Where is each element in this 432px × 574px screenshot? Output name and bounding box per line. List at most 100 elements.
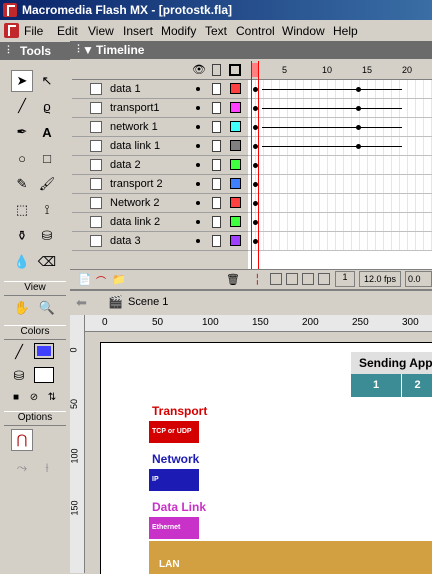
lock-icon[interactable] [212,235,221,247]
no-color-button[interactable]: ⊘ [26,389,42,405]
subselect-tool[interactable]: ↖ [36,70,58,92]
frame-row[interactable] [248,99,432,118]
rectangle-tool[interactable]: □ [36,147,58,169]
layer-color-swatch[interactable] [230,83,241,94]
visibility-dot[interactable] [196,87,200,91]
layer-row[interactable]: transport 2 [72,175,248,194]
fill-color-tool[interactable]: ⛁ [8,365,30,387]
brush-tool[interactable]: 🖌 [36,173,58,195]
keyframe[interactable] [356,87,361,92]
layer-row[interactable]: data 2 [72,156,248,175]
layer-row[interactable]: data link 1 [72,137,248,156]
layer-color-swatch[interactable] [230,102,241,113]
lock-icon[interactable] [212,140,221,152]
visibility-dot[interactable] [196,106,200,110]
visibility-dot[interactable] [196,201,200,205]
frame-row[interactable] [248,194,432,213]
lock-icon[interactable] [212,64,221,76]
menu-text[interactable]: Text [205,24,227,38]
lock-icon[interactable] [212,102,221,114]
menu-file[interactable]: File [24,24,43,38]
layer-color-swatch[interactable] [230,178,241,189]
document-icon[interactable] [4,23,19,38]
paint-bucket-tool[interactable]: ⛁ [36,225,58,247]
stroke-color-swatch[interactable] [34,367,54,383]
visibility-dot[interactable] [196,144,200,148]
fill-color-swatch[interactable] [34,343,54,359]
menu-edit[interactable]: Edit [57,24,78,38]
frame-row[interactable] [248,213,432,232]
ink-bottle-tool[interactable]: ⚱ [11,225,33,247]
pencil-tool[interactable]: ✎ [11,173,33,195]
visibility-dot[interactable] [196,182,200,186]
layer-color-swatch[interactable] [230,216,241,227]
hand-tool[interactable]: ✋ [11,297,33,319]
layer-row[interactable]: data 1 [72,80,248,99]
layer-color-swatch[interactable] [230,140,241,151]
onion-skin-icon[interactable] [270,273,282,285]
eyedropper-tool[interactable]: 💧 [11,251,33,273]
frame-row[interactable] [248,232,432,251]
visibility-dot[interactable] [196,220,200,224]
layer-row[interactable]: transport1 [72,99,248,118]
oval-tool[interactable]: ○ [11,147,33,169]
keyframe[interactable] [356,125,361,130]
default-colors-button[interactable]: ■ [8,389,24,405]
lasso-tool[interactable]: ϱ [36,95,58,117]
edit-multiple-frames-icon[interactable] [302,273,314,285]
layer-row[interactable]: network 1 [72,118,248,137]
layer-row[interactable]: Network 2 [72,194,248,213]
outline-icon[interactable] [229,64,241,76]
frame-row[interactable] [248,175,432,194]
center-frame-icon[interactable]: ╎ [254,273,261,286]
menu-window[interactable]: Window [282,24,325,38]
layer-row[interactable]: data link 2 [72,213,248,232]
frame-ruler[interactable]: 1 5 10 15 20 [248,61,432,80]
pen-tool[interactable]: ✒ [11,121,33,143]
text-tool[interactable]: A [36,121,58,143]
keyframe[interactable] [356,106,361,111]
lock-icon[interactable] [212,121,221,133]
menu-help[interactable]: Help [333,24,358,38]
visibility-dot[interactable] [196,163,200,167]
scene-name[interactable]: Scene 1 [128,296,168,308]
eraser-tool[interactable]: ⌫ [36,251,58,273]
tools-header[interactable]: ⋮ Tools [0,42,70,60]
insert-layer-icon[interactable]: 📄 [78,273,92,286]
layer-color-swatch[interactable] [230,121,241,132]
lock-icon[interactable] [212,159,221,171]
insert-folder-icon[interactable]: 📁 [112,273,126,286]
layer-color-swatch[interactable] [230,235,241,246]
collapse-icon[interactable]: ▼ [82,43,94,57]
lock-icon[interactable] [212,83,221,95]
frame-row[interactable] [248,137,432,156]
playhead[interactable] [251,61,259,271]
layer-row[interactable]: data 3 [72,232,248,251]
onion-outline-icon[interactable] [286,273,298,285]
layer-color-swatch[interactable] [230,197,241,208]
line-tool[interactable]: ╱ [11,95,33,117]
snap-to-objects-button[interactable]: ⋂ [11,429,33,451]
lock-icon[interactable] [212,197,221,209]
trash-icon[interactable]: 🗑 [226,273,240,286]
straighten-button[interactable]: ⟊ [36,457,58,479]
free-transform-tool[interactable]: ⬚ [11,199,33,221]
visibility-dot[interactable] [196,239,200,243]
stage[interactable]: Sending Appl 1 2 Transport TCP or UDP Ne… [100,342,432,574]
arrow-tool[interactable]: ➤ [11,70,33,92]
layer-color-swatch[interactable] [230,159,241,170]
frames-area[interactable]: 1 5 10 15 20 [248,61,432,271]
back-arrow-icon[interactable]: ⬅ [76,295,87,311]
smooth-button[interactable]: ⤳ [11,457,33,479]
lock-icon[interactable] [212,216,221,228]
menu-view[interactable]: View [88,24,114,38]
frame-row[interactable] [248,156,432,175]
stroke-color-tool[interactable]: ╱ [8,341,30,363]
menu-modify[interactable]: Modify [161,24,196,38]
menu-insert[interactable]: Insert [123,24,153,38]
zoom-tool[interactable]: 🔍 [36,297,58,319]
menu-control[interactable]: Control [236,24,275,38]
eye-icon[interactable]: 👁 [192,63,206,76]
modify-markers-icon[interactable] [318,273,330,285]
frame-rate[interactable]: 12.0 fps [359,271,401,287]
